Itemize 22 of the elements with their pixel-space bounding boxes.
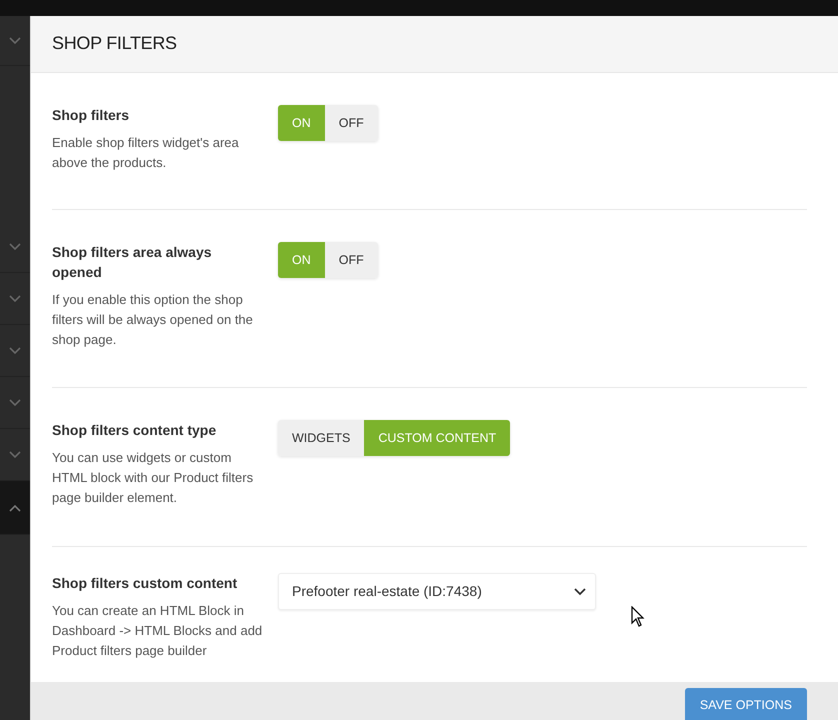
chevron-up-icon[interactable] <box>9 504 21 512</box>
toggle-option[interactable]: OFF <box>324 242 378 278</box>
setting-description: Enable shop filters widget's area above the products. <box>52 134 240 172</box>
setting-label: Shop filters <box>52 106 130 125</box>
chevron-down-icon[interactable] <box>9 242 21 250</box>
toggle-option[interactable]: WIDGETS <box>278 420 364 456</box>
setting-description: You can create an HTML Block in Dashboard -> HTML Blocks and add Product filters page builder <box>52 602 264 660</box>
setting-label: Shop filters custom content <box>52 574 238 593</box>
setting-label: Shop filters area always opened <box>52 243 213 282</box>
mouse-pointer-icon <box>631 606 645 627</box>
setting-description: You can use widgets or custom HTML block with our Product filters page builder element. <box>52 449 254 507</box>
chevron-down-icon[interactable] <box>9 398 21 406</box>
chevron-down-icon[interactable] <box>9 346 21 354</box>
chevron-down-icon[interactable] <box>9 294 21 302</box>
content-select[interactable]: Prefooter real-estate (ID:7438) <box>278 573 596 610</box>
chevron-down-icon[interactable] <box>9 36 21 44</box>
panel-title: SHOP FILTERS <box>52 33 177 55</box>
setting-description: If you enable this option the shop filters will be always opened on the shop page. <box>52 291 254 349</box>
chevron-down-icon[interactable] <box>9 450 21 458</box>
setting-label: Shop filters content type <box>52 421 218 440</box>
chevron-down-icon <box>574 588 586 596</box>
toggle-option[interactable]: OFF <box>324 105 378 141</box>
